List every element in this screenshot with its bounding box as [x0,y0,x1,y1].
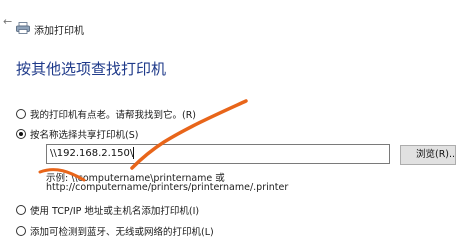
page-heading: 按其他选项查找打印机 [16,60,167,78]
radio-tcp-ip[interactable] [16,205,26,215]
option-bluetooth-label: 添加可检测到蓝牙、无线或网络的打印机(L) [30,227,214,238]
example-line-2: http://computername/printers/printername… [46,182,289,193]
back-arrow-icon[interactable]: ← [3,16,12,28]
printer-name-input[interactable]: \\192.168.2.150\ [46,144,390,164]
option-shared-printer-label: 按名称选择共享打印机(S) [30,130,139,141]
radio-bluetooth-wireless[interactable] [16,226,26,236]
radio-shared-printer-by-name[interactable] [16,129,26,139]
radio-old-printer[interactable] [16,109,26,119]
text-caret [133,147,135,159]
window-title: 添加打印机 [34,26,84,37]
option-tcp-ip-label: 使用 TCP/IP 地址或主机名添加打印机(I) [30,206,200,217]
title-bar: ← 添加打印机 [0,0,456,38]
printer-icon [16,22,30,34]
option-tcp-ip[interactable]: 使用 TCP/IP 地址或主机名添加打印机(I) [16,203,199,217]
add-printer-window: ← 添加打印机 按其他选项查找打印机 我的打印机有点老。请帮我找到它。(R) 按… [0,0,456,243]
browse-button[interactable]: 浏览(R)... [400,145,456,165]
option-old-printer[interactable]: 我的打印机有点老。请帮我找到它。(R) [16,107,196,121]
option-old-printer-label: 我的打印机有点老。请帮我找到它。(R) [30,110,197,121]
option-shared-printer-by-name[interactable]: 按名称选择共享打印机(S) [16,127,138,141]
printer-name-value: \\192.168.2.150\ [50,148,134,159]
option-bluetooth-wireless[interactable]: 添加可检测到蓝牙、无线或网络的打印机(L) [16,224,214,238]
